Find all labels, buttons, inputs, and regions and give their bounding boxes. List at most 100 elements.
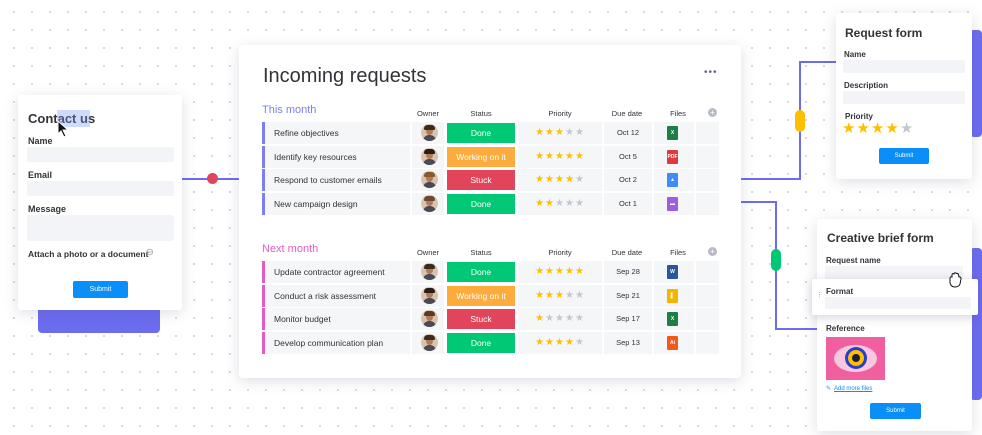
status-badge[interactable]: Done [447, 262, 515, 282]
item-name[interactable]: Develop communication plan [262, 331, 410, 354]
due-date[interactable]: Sep 13 [604, 331, 652, 354]
avatar[interactable] [421, 194, 438, 212]
owner-cell[interactable] [412, 192, 444, 215]
priority-stars[interactable]: ★★★★★ [518, 192, 602, 215]
priority-stars[interactable]: ★★★★★ [518, 284, 602, 307]
star-icon[interactable]: ★ [545, 127, 555, 138]
item-name[interactable]: Respond to customer emails [262, 169, 410, 191]
star-icon[interactable]: ★ [575, 127, 585, 138]
owner-cell[interactable] [412, 122, 444, 144]
star-icon[interactable]: ★ [575, 313, 585, 324]
star-icon[interactable]: ★ [545, 151, 555, 162]
star-icon[interactable]: ★ [535, 174, 545, 185]
priority-stars[interactable]: ★★★★★ [518, 331, 602, 354]
due-date[interactable]: Oct 1 [604, 192, 652, 215]
avatar[interactable] [421, 286, 438, 304]
star-icon[interactable]: ★ [842, 120, 856, 137]
priority-stars[interactable]: ★★★★★ [518, 261, 602, 283]
files-cell[interactable]: Ai [654, 331, 694, 354]
files-cell[interactable]: ▌ [654, 284, 694, 307]
item-name[interactable]: Identify key resources [262, 145, 410, 168]
due-date[interactable]: Oct 5 [604, 145, 652, 168]
star-icon[interactable]: ★ [575, 198, 585, 209]
contact-submit-button[interactable]: Submit [73, 281, 128, 298]
status-badge[interactable]: Done [447, 123, 515, 143]
files-cell[interactable]: PDF [654, 145, 694, 168]
star-icon[interactable]: ★ [545, 174, 555, 185]
priority-stars[interactable]: ★★★★★ [518, 145, 602, 168]
due-date[interactable]: Sep 17 [604, 308, 652, 330]
board-menu-icon[interactable]: ••• [704, 67, 718, 78]
owner-cell[interactable] [412, 331, 444, 354]
star-icon[interactable]: ★ [575, 174, 585, 185]
item-name[interactable]: New campaign design [262, 192, 410, 215]
star-icon[interactable]: ★ [535, 266, 545, 277]
files-cell[interactable]: X [654, 122, 694, 144]
add-column-icon[interactable]: + [708, 108, 717, 117]
status-badge[interactable]: Working on it [447, 146, 515, 167]
star-icon[interactable]: ★ [565, 151, 575, 162]
files-cell[interactable]: W [654, 261, 694, 283]
request-description-field[interactable] [843, 91, 965, 104]
request-priority-stars[interactable]: ★★★★★ [842, 119, 914, 137]
table-row[interactable]: Respond to customer emails Stuck ★★★★★ Oct … [262, 169, 719, 191]
star-icon[interactable]: ★ [545, 290, 555, 301]
owner-cell[interactable] [412, 145, 444, 168]
star-icon[interactable]: ★ [575, 151, 585, 162]
star-icon[interactable]: ★ [565, 266, 575, 277]
star-icon[interactable]: ★ [555, 290, 565, 301]
status-badge[interactable]: Done [447, 332, 515, 353]
status-badge[interactable]: Done [447, 193, 515, 214]
star-icon[interactable]: ★ [555, 313, 565, 324]
add-files-link-icon[interactable]: ✎ [826, 385, 831, 392]
due-date[interactable]: Sep 28 [604, 261, 652, 283]
due-date[interactable]: Oct 12 [604, 122, 652, 144]
star-icon[interactable]: ★ [575, 290, 585, 301]
star-icon[interactable]: ★ [535, 127, 545, 138]
avatar[interactable] [421, 147, 438, 165]
star-icon[interactable]: ★ [871, 120, 885, 137]
star-icon[interactable]: ★ [575, 337, 585, 348]
star-icon[interactable]: ★ [885, 120, 899, 137]
star-icon[interactable]: ★ [555, 174, 565, 185]
avatar[interactable] [421, 171, 438, 188]
add-more-files-link[interactable]: Add more files [834, 386, 872, 392]
owner-cell[interactable] [412, 284, 444, 307]
files-cell[interactable]: X [654, 308, 694, 330]
star-icon[interactable]: ★ [545, 337, 555, 348]
owner-cell[interactable] [412, 308, 444, 330]
star-icon[interactable]: ★ [565, 198, 575, 209]
star-icon[interactable]: ★ [856, 120, 870, 137]
contact-name-field[interactable] [27, 147, 174, 162]
priority-stars[interactable]: ★★★★★ [518, 308, 602, 330]
item-name[interactable]: Refine objectives [262, 122, 410, 144]
table-row[interactable]: New campaign design Done ★★★★★ Oct 1 ▬ [262, 192, 719, 215]
attach-label[interactable]: Attach a photo or a document [28, 249, 148, 259]
star-icon[interactable]: ★ [545, 266, 555, 277]
avatar[interactable] [421, 263, 438, 280]
files-cell[interactable]: ▬ [654, 192, 694, 215]
status-badge[interactable]: Stuck [447, 309, 515, 329]
xls-file-icon[interactable]: X [667, 312, 678, 326]
files-cell[interactable]: ▲ [654, 169, 694, 191]
avatar[interactable] [421, 310, 438, 327]
request-name-field[interactable] [843, 60, 965, 73]
star-icon[interactable]: ★ [565, 174, 575, 185]
table-row[interactable]: Conduct a risk assessment Working on it ★★… [262, 284, 719, 307]
star-icon[interactable]: ★ [555, 151, 565, 162]
star-icon[interactable]: ★ [535, 313, 545, 324]
xls-file-icon[interactable]: X [667, 126, 678, 140]
item-name[interactable]: Monitor budget [262, 308, 410, 330]
pdf-file-icon[interactable]: PDF [667, 149, 678, 164]
slides-file-icon[interactable]: ▌ [667, 288, 678, 303]
avatar[interactable] [421, 124, 438, 141]
table-row[interactable]: Monitor budget Stuck ★★★★★ Sep 17 X [262, 308, 719, 330]
request-submit-button[interactable]: Submit [879, 148, 929, 164]
star-icon[interactable]: ★ [545, 313, 555, 324]
table-row[interactable]: Identify key resources Working on it ★★★★★… [262, 145, 719, 168]
due-date[interactable]: Oct 2 [604, 169, 652, 191]
star-icon[interactable]: ★ [900, 120, 914, 137]
owner-cell[interactable] [412, 261, 444, 283]
priority-stars[interactable]: ★★★★★ [518, 122, 602, 144]
table-row[interactable]: Develop communication plan Done ★★★★★ Sep 1… [262, 331, 719, 354]
